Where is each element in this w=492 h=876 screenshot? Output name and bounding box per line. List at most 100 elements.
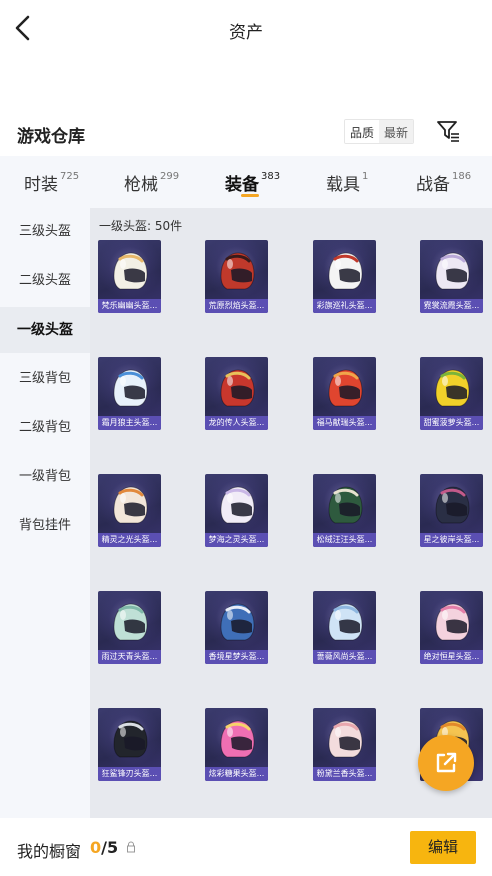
item-name: 粉黛兰香头盔... (313, 767, 376, 781)
showcase-footer: 我的橱窗 0/5 编辑 (0, 818, 492, 876)
top-bar: 资产 (0, 0, 492, 58)
item-name: 绝对恒星头盔... (420, 650, 483, 664)
item-card[interactable]: 粉黛兰香头盔... (313, 708, 376, 781)
item-grid: 一级头盔: 50件 梵乐幽幽头盔... 荒原烈焰头盔... 彩旗巡礼头盔... 霓裳流… (90, 208, 492, 818)
item-name: 雨过天青头盔... (98, 650, 161, 664)
showcase-current: 0 (90, 838, 102, 857)
item-card[interactable]: 精灵之光头盔... (98, 474, 161, 547)
helmet-icon (113, 603, 148, 641)
tab-count: 299 (160, 171, 180, 183)
item-card[interactable]: 福马献瑞头盔... (313, 357, 376, 430)
item-name: 甜蜜菠萝头盔... (420, 416, 483, 430)
helmet-icon (328, 720, 363, 758)
lock-icon (127, 841, 135, 853)
item-name: 霜月狼主头盔... (98, 416, 161, 430)
item-name: 龙的传人头盔... (205, 416, 268, 430)
item-card[interactable]: 松绒汪汪头盔... (313, 474, 376, 547)
tab-label: 战备 (416, 175, 450, 195)
tab-fashion[interactable]: 时装 725 (24, 170, 79, 195)
sidebar-item-level3-backpack[interactable]: 三级背包 (0, 356, 90, 402)
tab-supplies[interactable]: 战备 186 (416, 170, 471, 195)
tab-label: 时装 (24, 175, 58, 195)
sort-toggle: 品质 最新 (344, 119, 415, 144)
sidebar-item-level1-backpack[interactable]: 一级背包 (0, 454, 90, 500)
item-card[interactable]: 绝对恒星头盔... (420, 591, 483, 664)
group-label: 一级头盔: 50件 (99, 219, 183, 233)
showcase-total: /5 (101, 838, 119, 857)
helmet-icon (220, 252, 255, 290)
helmet-icon (328, 369, 363, 407)
tab-firearms[interactable]: 枪械 299 (124, 170, 179, 195)
tab-equipment[interactable]: 装备 383 (225, 170, 280, 195)
item-card[interactable]: 霜月狼主头盔... (98, 357, 161, 430)
item-name: 蔷薇风尚头盔... (313, 650, 376, 664)
item-card[interactable]: 蔷薇风尚头盔... (313, 591, 376, 664)
item-name: 炫彩糖果头盔... (205, 767, 268, 781)
item-card[interactable]: 星之彼岸头盔... (420, 474, 483, 547)
showcase-label: 我的橱窗 (17, 842, 82, 861)
helmet-icon (113, 369, 148, 407)
external-link-icon (436, 752, 457, 773)
edit-button[interactable]: 编辑 (410, 831, 476, 864)
item-name: 福马献瑞头盔... (313, 416, 376, 430)
tab-count: 725 (60, 171, 80, 183)
helmet-icon (113, 486, 148, 524)
tab-vehicles[interactable]: 载具 1 (326, 170, 368, 195)
helmet-icon (435, 369, 470, 407)
item-name: 精灵之光头盔... (98, 533, 161, 547)
sidebar-item-backpack-charm[interactable]: 背包挂件 (0, 503, 90, 549)
sidebar-item-level1-helmet[interactable]: 一级头盔 (0, 307, 90, 353)
tab-count: 186 (452, 171, 472, 183)
category-tabs: 时装 725 枪械 299 装备 383 载具 1 战备 186 (0, 156, 492, 208)
helmet-icon (435, 603, 470, 641)
item-card[interactable]: 梵乐幽幽头盔... (98, 240, 161, 313)
helmet-icon (435, 486, 470, 524)
item-name: 梵乐幽幽头盔... (98, 299, 161, 313)
item-card[interactable]: 甜蜜菠萝头盔... (420, 357, 483, 430)
item-name: 梦海之灵头盔... (205, 533, 268, 547)
item-card[interactable]: 彩旗巡礼头盔... (313, 240, 376, 313)
active-tab-indicator (241, 194, 259, 197)
tab-count: 383 (261, 171, 281, 183)
helmet-icon (328, 603, 363, 641)
sidebar-item-level2-helmet[interactable]: 二级头盔 (0, 258, 90, 304)
item-name: 霓裳流霞头盔... (420, 299, 483, 313)
tab-label: 载具 (326, 175, 360, 195)
sort-latest-button[interactable]: 最新 (379, 120, 414, 143)
page-title: 资产 (229, 23, 263, 43)
item-card[interactable]: 龙的传人头盔... (205, 357, 268, 430)
sidebar-item-level2-backpack[interactable]: 二级背包 (0, 405, 90, 451)
helmet-icon (220, 369, 255, 407)
helmet-icon (113, 252, 148, 290)
subcategory-sidebar: 三级头盔 二级头盔 一级头盔 三级背包 二级背包 一级背包 背包挂件 (0, 208, 90, 818)
item-name: 狂鲨锋刃头盔... (98, 767, 161, 781)
item-card[interactable]: 炫彩糖果头盔... (205, 708, 268, 781)
sidebar-item-level3-helmet[interactable]: 三级头盔 (0, 209, 90, 255)
showcase-counter: 0/5 (90, 838, 118, 857)
item-card[interactable]: 雨过天青头盔... (98, 591, 161, 664)
item-card[interactable]: 香境星梦头盔... (205, 591, 268, 664)
item-name: 星之彼岸头盔... (420, 533, 483, 547)
section-header: 游戏仓库 (0, 112, 492, 156)
tab-count: 1 (362, 171, 369, 183)
helmet-icon (328, 252, 363, 290)
item-card[interactable]: 梦海之灵头盔... (205, 474, 268, 547)
item-name: 彩旗巡礼头盔... (313, 299, 376, 313)
item-card[interactable]: 狂鲨锋刃头盔... (98, 708, 161, 781)
item-name: 香境星梦头盔... (205, 650, 268, 664)
item-name: 荒原烈焰头盔... (205, 299, 268, 313)
helmet-icon (113, 720, 148, 758)
filter-icon[interactable] (436, 120, 460, 142)
helmet-icon (220, 486, 255, 524)
sort-quality-button[interactable]: 品质 (345, 120, 380, 143)
helmet-icon (328, 486, 363, 524)
tab-label: 枪械 (124, 175, 158, 195)
section-title: 游戏仓库 (17, 127, 85, 147)
helmet-icon (435, 252, 470, 290)
helmet-icon (220, 720, 255, 758)
tab-label: 装备 (225, 175, 259, 195)
item-card[interactable]: 荒原烈焰头盔... (205, 240, 268, 313)
item-name: 松绒汪汪头盔... (313, 533, 376, 547)
item-card[interactable]: 霓裳流霞头盔... (420, 240, 483, 313)
share-float-button[interactable] (418, 735, 474, 791)
